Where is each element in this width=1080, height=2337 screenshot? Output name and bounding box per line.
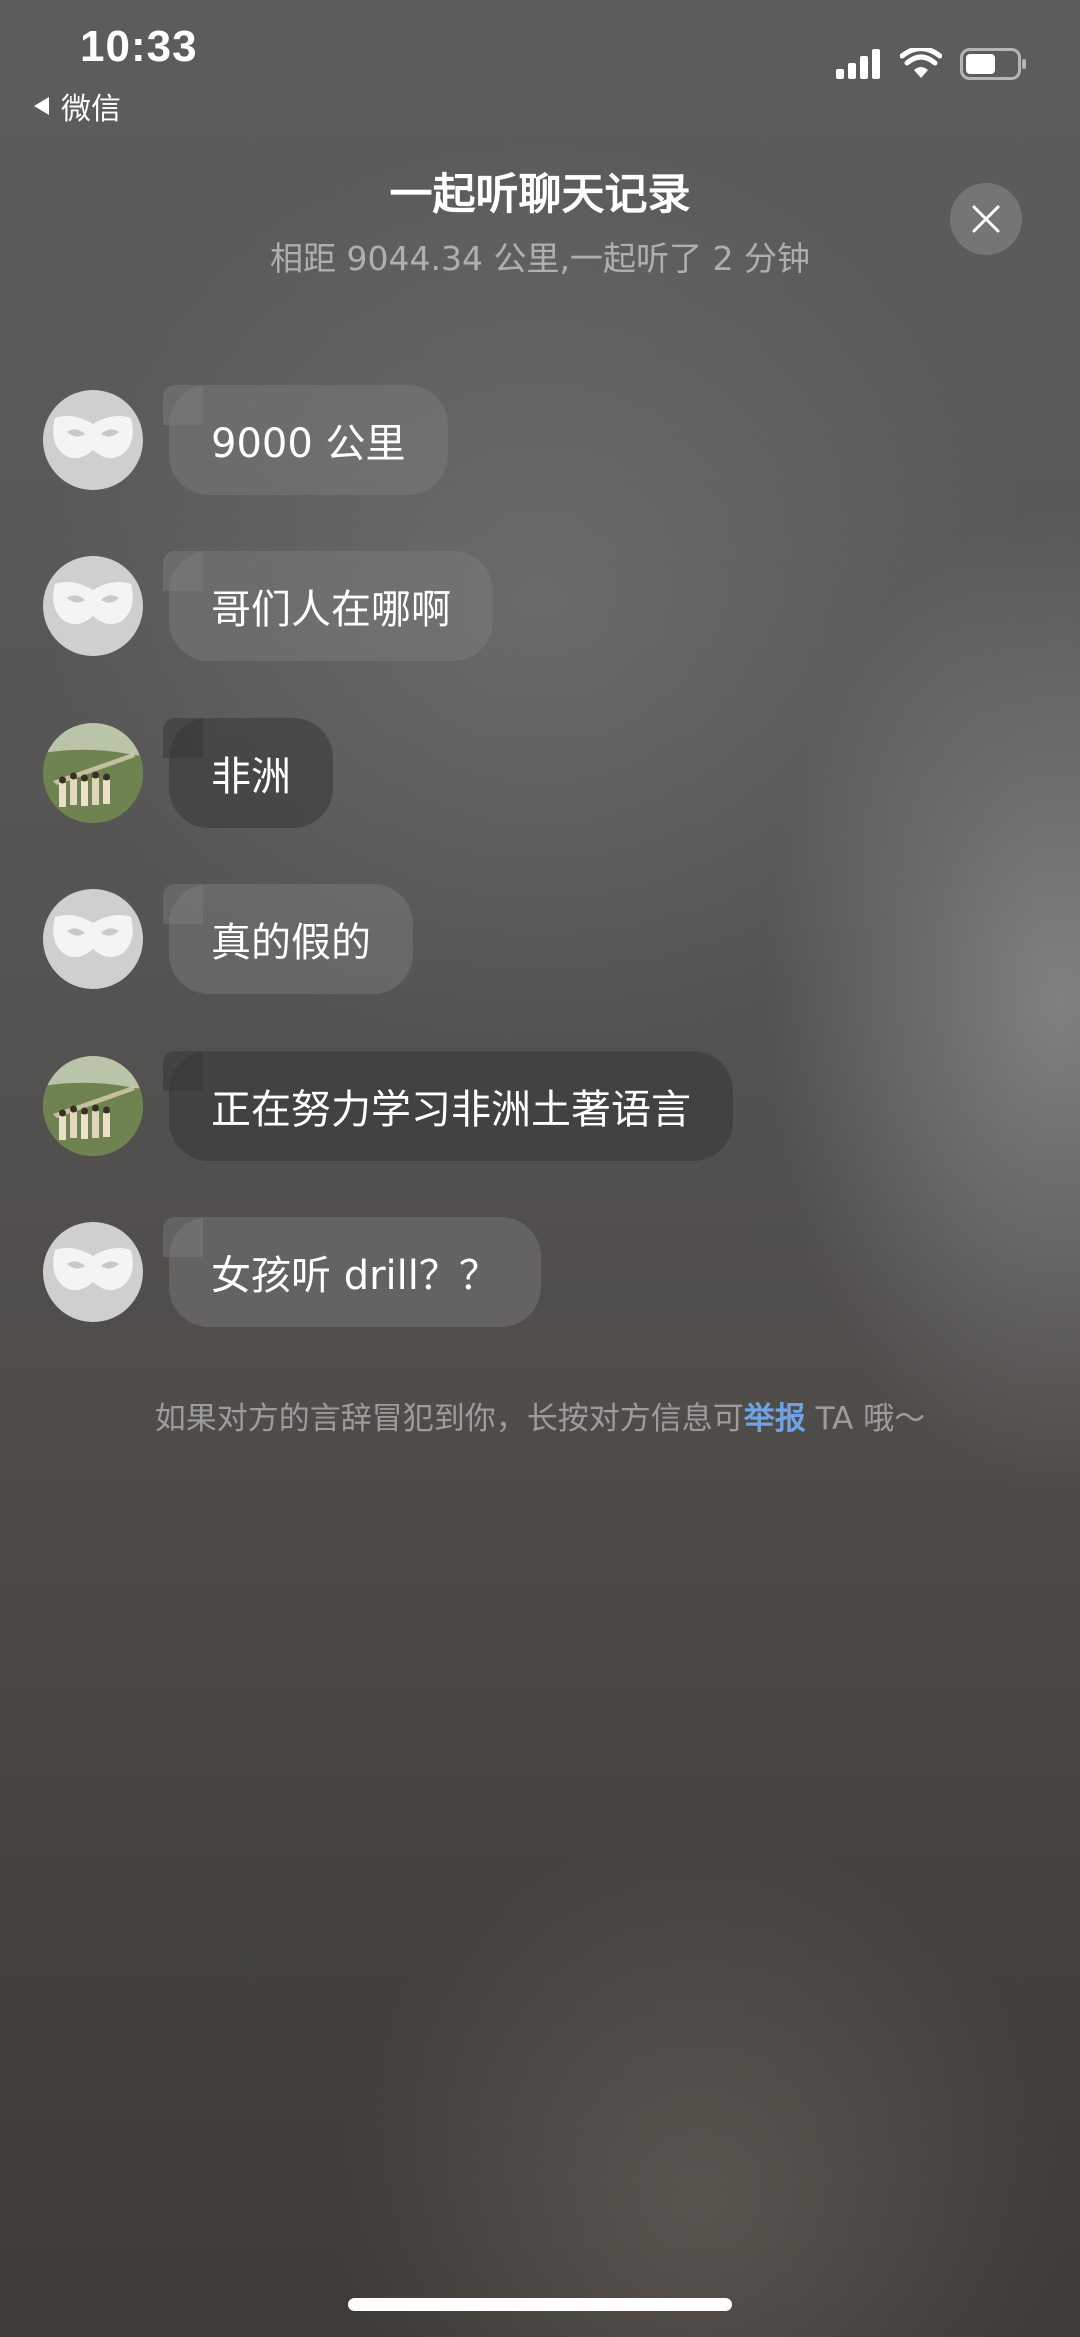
listen-together-summary: 相距 9044.34 公里,一起听了 2 分钟 (270, 239, 810, 278)
close-button[interactable] (950, 183, 1022, 255)
report-notice-text: 如果对方的言辞冒犯到你，长按对方信息可 (154, 1401, 744, 1437)
message-bubble[interactable]: 9000 公里 (163, 385, 448, 495)
message-row: 哥们人在哪啊 (43, 551, 493, 661)
message-bubble[interactable]: 哥们人在哪啊 (163, 551, 493, 661)
message-row: 女孩听 drill？？ (43, 1217, 541, 1327)
photo-avatar[interactable] (43, 723, 143, 823)
message-row: 9000 公里 (43, 385, 448, 495)
back-triangle-icon (34, 97, 49, 115)
mask-icon (53, 1248, 133, 1291)
status-bar: 10:33 微信 (0, 0, 1080, 128)
mask-avatar[interactable] (43, 556, 143, 656)
status-icons (836, 48, 1028, 80)
report-notice: 如果对方的言辞冒犯到你，长按对方信息可举报 TA 哦～ (0, 1393, 1080, 1438)
report-link[interactable]: 举报 (744, 1401, 806, 1437)
mask-icon (53, 582, 133, 625)
battery-icon (960, 48, 1026, 80)
report-notice-suffix: TA 哦～ (805, 1401, 926, 1437)
home-indicator[interactable] (348, 2298, 732, 2311)
message-bubble[interactable]: 非洲 (163, 718, 333, 828)
cellular-signal-icon (836, 49, 880, 79)
mask-avatar[interactable] (43, 390, 143, 490)
mask-icon (53, 416, 133, 459)
message-bubble[interactable]: 女孩听 drill？？ (163, 1217, 541, 1327)
page-title: 一起听聊天记录 (389, 170, 691, 220)
mask-avatar[interactable] (43, 889, 143, 989)
message-bubble[interactable]: 正在努力学习非洲土著语言 (163, 1051, 733, 1161)
mask-icon (53, 915, 133, 958)
photo-avatar-image (43, 1056, 143, 1156)
back-to-wechat-button[interactable]: 微信 (34, 84, 121, 128)
message-bubble[interactable]: 真的假的 (163, 884, 413, 994)
message-row: 真的假的 (43, 884, 413, 994)
status-time: 10:33 (80, 22, 198, 71)
message-row: 正在努力学习非洲土著语言 (43, 1051, 733, 1161)
close-icon (972, 205, 1000, 233)
back-app-label: 微信 (61, 92, 121, 127)
message-row: 非洲 (43, 718, 333, 828)
mask-avatar[interactable] (43, 1222, 143, 1322)
photo-avatar-image (43, 723, 143, 823)
photo-avatar[interactable] (43, 1056, 143, 1156)
wifi-icon (900, 48, 942, 78)
